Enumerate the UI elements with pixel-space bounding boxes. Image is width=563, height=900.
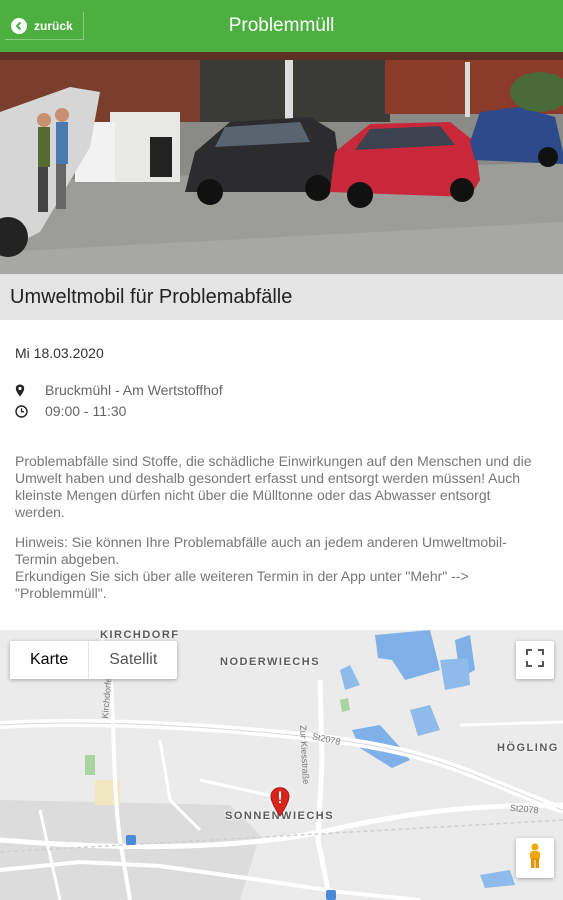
event-location-row: Bruckmühl - Am Wertstoffhof (15, 382, 223, 398)
event-title-bar: Umweltmobil für Problemabfälle (0, 274, 563, 320)
fullscreen-icon (526, 648, 544, 672)
map-type-control: Karte Satellit (10, 641, 178, 679)
location-map[interactable]: KIRCHDORF NODERWIECHS HÖGLING SONNENWIEC… (0, 630, 563, 900)
clock-icon (15, 404, 45, 418)
event-location: Bruckmühl - Am Wertstoffhof (45, 382, 223, 398)
map-marker-icon[interactable] (270, 787, 290, 822)
event-description: Problemabfälle sind Stoffe, die schädlic… (15, 453, 532, 520)
event-time: 09:00 - 11:30 (45, 403, 127, 419)
page-title: Problemmüll (228, 15, 335, 36)
map-label-noderwiechs: NODERWIECHS (220, 656, 321, 668)
map-label-hoegling: HÖGLING (497, 742, 559, 754)
pegman-icon (527, 843, 543, 874)
fullscreen-button[interactable] (516, 641, 554, 679)
street-view-button[interactable] (516, 838, 554, 878)
map-type-satellit[interactable]: Satellit (88, 641, 177, 679)
map-type-karte[interactable]: Karte (10, 641, 88, 679)
map-label-kirchdorf: KIRCHDORF (100, 630, 180, 641)
app-header: zurück Problemmüll (0, 0, 563, 52)
location-pin-icon (15, 384, 45, 397)
event-title: Umweltmobil für Problemabfälle (10, 286, 293, 308)
event-time-row: 09:00 - 11:30 (15, 403, 126, 419)
event-date: Mi 18.03.2020 (15, 345, 104, 361)
event-hint: Hinweis: Sie können Ihre Problemabfälle … (15, 534, 507, 601)
